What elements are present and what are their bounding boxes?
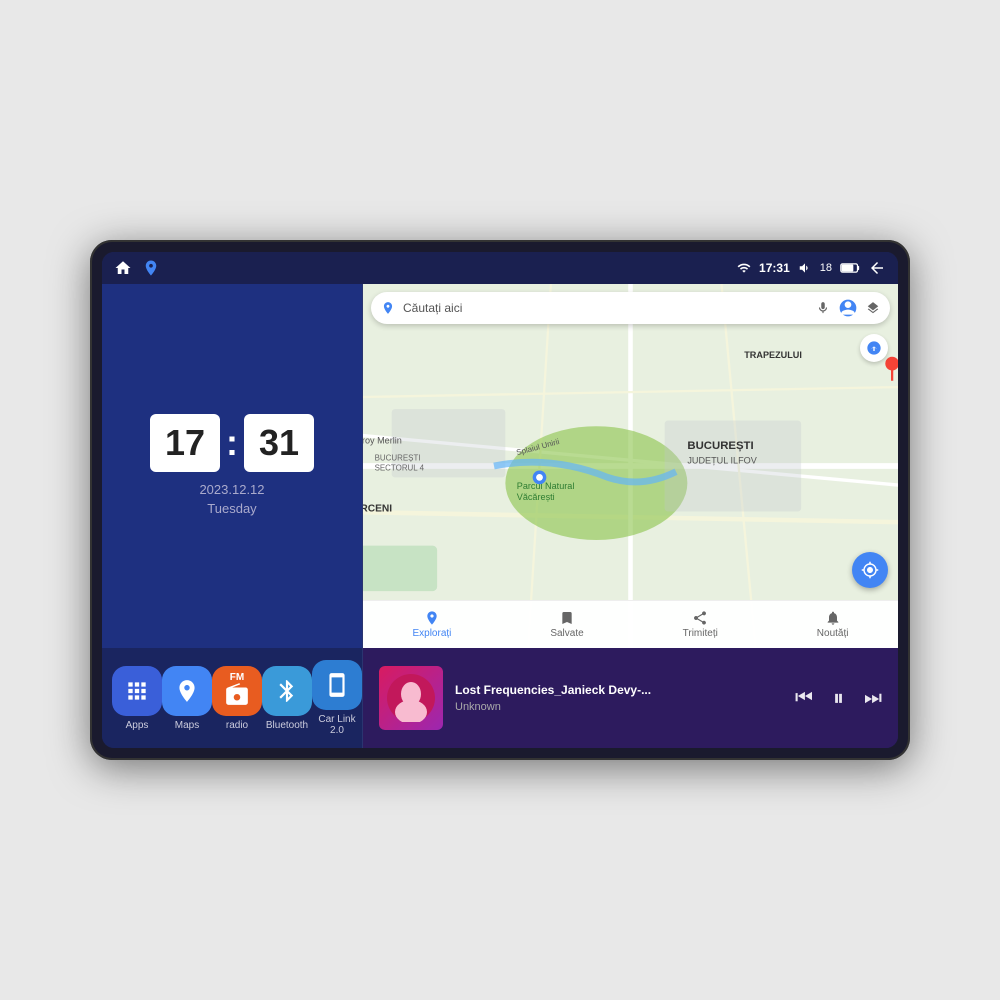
album-art-image	[379, 666, 443, 730]
search-text: Căutați aici	[403, 301, 808, 315]
next-button[interactable]: ⏭	[864, 687, 882, 710]
music-info: Lost Frequencies_Janieck Devy-... Unknow…	[455, 683, 783, 713]
left-panel: 17 : 31 2023.12.12 Tuesday	[102, 284, 362, 748]
main-content: 17 : 31 2023.12.12 Tuesday	[102, 284, 898, 748]
home-icon[interactable]	[114, 259, 132, 277]
car-infotainment-device: 17:31 18	[90, 240, 910, 760]
app-icon-apps[interactable]: Apps	[112, 666, 162, 731]
screen: 17:31 18	[102, 252, 898, 748]
album-art	[379, 666, 443, 730]
map-nav-share[interactable]: Trimiteți	[683, 610, 718, 639]
date-value: 2023.12.12	[199, 480, 264, 500]
time-display: 17:31	[759, 261, 790, 275]
profile-icon[interactable]	[838, 298, 858, 318]
map-bottom-nav: Explorați Salvate Trimiteț	[363, 600, 898, 648]
apps-icon	[112, 666, 162, 716]
app-icon-bluetooth[interactable]: Bluetooth	[262, 666, 312, 731]
clock-hour: 17	[150, 414, 220, 472]
maps-pin-icon	[381, 301, 395, 315]
day-value: Tuesday	[199, 499, 264, 519]
map-search-bar[interactable]: Căutați aici	[371, 292, 890, 324]
radio-label: radio	[226, 720, 248, 731]
svg-text:BERCENI: BERCENI	[363, 504, 392, 515]
back-icon[interactable]	[868, 259, 886, 277]
music-controls: ⏮ ⏸ ⏭	[795, 685, 882, 711]
right-area: BUCUREȘTI JUDEȚUL ILFOV TRAPEZULUI BERCE…	[363, 284, 898, 748]
bluetooth-icon	[262, 666, 312, 716]
microphone-icon[interactable]	[816, 301, 830, 315]
clock-widget: 17 : 31 2023.12.12 Tuesday	[102, 284, 362, 648]
apps-label: Apps	[126, 720, 149, 731]
carlink-icon	[312, 660, 362, 710]
status-right-area: 17:31 18	[737, 259, 886, 277]
maps-label: Maps	[175, 720, 199, 731]
carlink-label: Car Link 2.0	[312, 714, 362, 736]
maps-icon	[162, 666, 212, 716]
svg-text:JUDEȚUL ILFOV: JUDEȚUL ILFOV	[687, 456, 757, 466]
clock-display: 17 : 31	[150, 414, 314, 472]
nav-share-label: Trimiteți	[683, 628, 718, 639]
maps-status-icon[interactable]	[142, 259, 160, 277]
svg-text:BUCUREȘTI: BUCUREȘTI	[687, 440, 753, 452]
status-bar: 17:31 18	[102, 252, 898, 284]
map-nav-news[interactable]: Noutăți	[817, 610, 849, 639]
nav-news-label: Noutăți	[817, 628, 849, 639]
app-icon-radio[interactable]: FM radio	[212, 666, 262, 731]
status-left-icons	[114, 259, 160, 277]
map-nav-explore[interactable]: Explorați	[412, 610, 451, 639]
battery-icon	[840, 262, 860, 274]
clock-separator: :	[226, 422, 238, 464]
music-player: Lost Frequencies_Janieck Devy-... Unknow…	[363, 648, 898, 748]
play-pause-button[interactable]: ⏸	[833, 685, 844, 711]
compass-button[interactable]	[860, 334, 888, 362]
app-icon-maps[interactable]: Maps	[162, 666, 212, 731]
map-nav-saved[interactable]: Salvate	[550, 610, 583, 639]
nav-saved-label: Salvate	[550, 628, 583, 639]
svg-text:BUCUREȘTI: BUCUREȘTI	[375, 453, 421, 462]
volume-icon	[798, 261, 812, 275]
radio-icon: FM	[212, 666, 262, 716]
date-display: 2023.12.12 Tuesday	[199, 480, 264, 519]
map-section[interactable]: BUCUREȘTI JUDEȚUL ILFOV TRAPEZULUI BERCE…	[363, 284, 898, 648]
app-icon-carlink[interactable]: Car Link 2.0	[312, 660, 362, 736]
my-location-button[interactable]	[852, 552, 888, 588]
prev-button[interactable]: ⏮	[795, 687, 813, 710]
map-layers-icon[interactable]	[866, 301, 880, 315]
svg-text:TRAPEZULUI: TRAPEZULUI	[744, 350, 802, 360]
svg-text:SECTORUL 4: SECTORUL 4	[375, 464, 425, 473]
signal-icon	[737, 261, 751, 275]
svg-text:Leroy Merlin: Leroy Merlin	[363, 435, 402, 445]
battery-level: 18	[820, 262, 832, 274]
nav-explore-label: Explorați	[412, 628, 451, 639]
music-artist: Unknown	[455, 701, 783, 713]
svg-text:Văcărești: Văcărești	[517, 492, 555, 502]
svg-text:Parcul Natural: Parcul Natural	[517, 481, 575, 491]
clock-minute: 31	[244, 414, 314, 472]
apps-row: Apps Maps FM	[102, 648, 362, 748]
music-title: Lost Frequencies_Janieck Devy-...	[455, 683, 655, 697]
bluetooth-label: Bluetooth	[266, 720, 308, 731]
